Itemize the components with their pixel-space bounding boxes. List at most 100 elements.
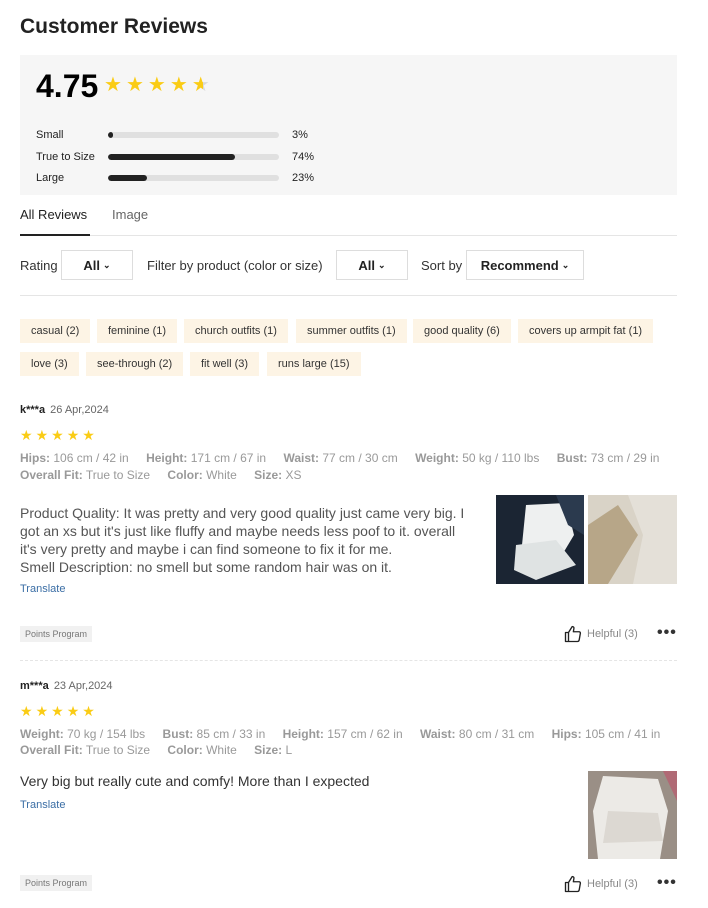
review-specs-line1: Hips: 106 cm / 42 in Height: 171 cm / 67… bbox=[20, 451, 673, 465]
review-photo[interactable] bbox=[588, 771, 677, 859]
star-icon: ★ bbox=[20, 427, 33, 443]
star-icon: ★ bbox=[104, 74, 122, 96]
tag-chip[interactable]: good quality (6) bbox=[413, 319, 511, 343]
more-dots-icon[interactable]: ••• bbox=[657, 624, 677, 642]
fit-label: Large bbox=[36, 172, 65, 184]
review-text-line: got an xs but it's just like fluffy and … bbox=[20, 523, 456, 539]
helpful-button[interactable]: Helpful (3) bbox=[564, 875, 638, 893]
spec-item: Bust: 73 cm / 29 in bbox=[557, 451, 660, 465]
tag-chip[interactable]: church outfits (1) bbox=[184, 319, 288, 343]
spec-value: 171 cm / 67 in bbox=[190, 451, 267, 465]
spec-key: Weight: bbox=[20, 727, 64, 741]
rating-filter-label: Rating bbox=[20, 258, 58, 273]
spec-key: Size: bbox=[254, 468, 283, 482]
star-icon: ★ bbox=[82, 427, 95, 443]
more-dots-icon[interactable]: ••• bbox=[657, 874, 677, 892]
spec-value: White bbox=[206, 743, 237, 757]
reviewer-name: m***a bbox=[20, 680, 49, 692]
spec-key: Color: bbox=[167, 468, 203, 482]
spec-value: 157 cm / 62 in bbox=[327, 727, 403, 741]
sort-label: Sort by bbox=[421, 258, 463, 273]
review-photo[interactable] bbox=[588, 495, 677, 584]
star-icon: ★ bbox=[169, 74, 188, 96]
fit-row-true-to-size: True to Size 74% bbox=[36, 150, 314, 164]
fit-bar-fill bbox=[108, 175, 148, 181]
rating-select[interactable]: All ⌄ bbox=[61, 250, 133, 280]
tag-chip[interactable]: runs large (15) bbox=[267, 352, 361, 376]
spec-value: 50 kg / 110 lbs bbox=[462, 451, 540, 465]
product-select-value: All bbox=[358, 257, 376, 273]
star-half-icon: ★ bbox=[191, 74, 210, 96]
product-select[interactable]: All ⌄ bbox=[336, 250, 408, 280]
spec-item: Bust: 85 cm / 33 in bbox=[163, 727, 266, 741]
review-tabs: All Reviews Image bbox=[20, 200, 677, 236]
tag-chip[interactable]: casual (2) bbox=[20, 319, 91, 343]
spec-value: 70 kg / 154 lbs bbox=[67, 727, 146, 741]
page-title: Customer Reviews bbox=[20, 15, 208, 38]
helpful-count: Helpful (3) bbox=[587, 628, 638, 640]
average-score: 4.75 bbox=[36, 68, 99, 104]
tag-chip[interactable]: feminine (1) bbox=[97, 319, 178, 343]
product-filter-label: Filter by product (color or size) bbox=[147, 258, 323, 273]
star-icon: ★ bbox=[51, 703, 64, 719]
review-specs-line1: Weight: 70 kg / 154 lbs Bust: 85 cm / 33… bbox=[20, 727, 674, 741]
spec-item: Size: L bbox=[254, 743, 292, 757]
review-text-line: Very big but really cute and comfy! More… bbox=[20, 773, 370, 789]
star-icon: ★ bbox=[35, 427, 49, 443]
spec-value: True to Size bbox=[85, 468, 151, 482]
spec-key: Overall Fit: bbox=[20, 468, 83, 482]
spec-value: L bbox=[285, 743, 293, 757]
review-stars: ★ ★ ★ ★ ★ bbox=[20, 704, 95, 718]
review-text-line: Smell Description: no smell but some ran… bbox=[20, 559, 392, 575]
star-icon: ★ bbox=[82, 703, 95, 719]
translate-link[interactable]: Translate bbox=[20, 583, 65, 595]
spec-key: Waist: bbox=[283, 451, 320, 465]
fit-bar bbox=[108, 132, 279, 138]
review-specs-line2: Overall Fit: True to Size Color: White S… bbox=[20, 743, 306, 757]
spec-item: Hips: 106 cm / 42 in bbox=[20, 451, 129, 465]
review-stars: ★ ★ ★ ★ ★ bbox=[20, 428, 95, 442]
rating-select-value: All bbox=[83, 257, 101, 273]
tab-all-reviews[interactable]: All Reviews bbox=[20, 207, 90, 236]
star-icon: ★ bbox=[51, 427, 64, 443]
tag-chip[interactable]: see-through (2) bbox=[86, 352, 184, 376]
star-icon: ★ bbox=[35, 703, 49, 719]
tag-chip[interactable]: summer outfits (1) bbox=[296, 319, 407, 343]
spec-item: Color: White bbox=[167, 468, 236, 482]
spec-key: Weight: bbox=[415, 451, 459, 465]
tag-chip[interactable]: love (3) bbox=[20, 352, 79, 376]
chevron-down-icon: ⌄ bbox=[103, 259, 111, 270]
sort-select[interactable]: Recommend ⌄ bbox=[466, 250, 584, 280]
spec-item: Weight: 70 kg / 154 lbs bbox=[20, 727, 145, 741]
reviewer-name: k***a bbox=[20, 404, 46, 416]
star-icon: ★ bbox=[66, 427, 80, 443]
tab-image[interactable]: Image bbox=[112, 207, 148, 236]
review-photo-image bbox=[588, 771, 677, 859]
fit-label: True to Size bbox=[36, 151, 95, 163]
spec-item: Hips: 105 cm / 41 in bbox=[552, 727, 661, 741]
spec-key: Height: bbox=[146, 451, 188, 465]
helpful-button[interactable]: Helpful (3) bbox=[564, 625, 638, 643]
review-date: 23 Apr,2024 bbox=[53, 680, 113, 692]
spec-key: Height: bbox=[282, 727, 324, 741]
spec-value: XS bbox=[285, 468, 302, 482]
tag-chip[interactable]: fit well (3) bbox=[190, 352, 260, 376]
thumbs-up-icon bbox=[564, 625, 582, 643]
star-icon: ★ bbox=[147, 74, 166, 96]
spec-key: Bust: bbox=[556, 451, 588, 465]
review-divider bbox=[20, 660, 677, 661]
review-photo[interactable] bbox=[496, 495, 584, 584]
fit-bar bbox=[108, 175, 279, 181]
spec-item: Waist: 77 cm / 30 cm bbox=[283, 451, 397, 465]
translate-link[interactable]: Translate bbox=[20, 799, 65, 811]
thumbs-up-icon bbox=[564, 875, 582, 893]
review-header: k***a 26 Apr,2024 bbox=[20, 404, 109, 416]
spec-key: Color: bbox=[167, 743, 203, 757]
review-text-line: it's very pretty and maybe i can find so… bbox=[20, 541, 393, 557]
tag-chip[interactable]: covers up armpit fat (1) bbox=[518, 319, 654, 343]
spec-key: Waist: bbox=[419, 727, 456, 741]
fit-percent: 23% bbox=[292, 172, 315, 184]
points-program-badge: Points Program bbox=[20, 626, 93, 642]
spec-value: 106 cm / 42 in bbox=[53, 451, 129, 465]
sort-select-value: Recommend bbox=[480, 257, 559, 273]
